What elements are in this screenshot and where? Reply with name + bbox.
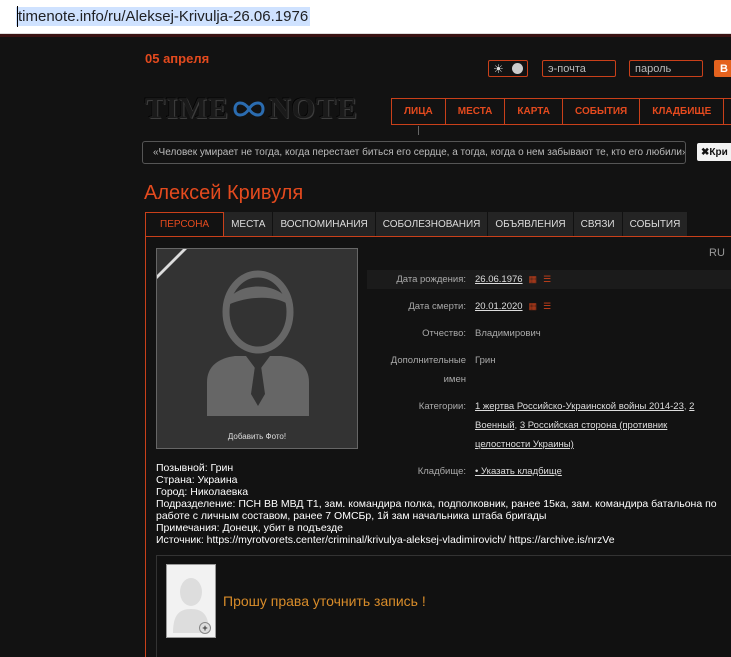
info-row-categories: Категории: 1 жертва Российско-Украинской… xyxy=(367,397,731,454)
bio-line: Подразделение: ПСН ВВ МВД Т1, зам. коман… xyxy=(156,498,717,522)
photo-corner-inner xyxy=(157,249,183,275)
logo-text-note: NOTE xyxy=(269,92,359,125)
close-button[interactable]: ✖Кри xyxy=(697,143,731,161)
bio-line: Примечания: Донецк, убит в подъезде xyxy=(156,522,343,534)
calendar-icon[interactable]: ▦ xyxy=(529,301,538,311)
tab-person[interactable]: ПЕРСОНА xyxy=(145,212,225,236)
calendar-icon[interactable]: ▦ xyxy=(529,274,538,284)
tab-places[interactable]: МЕСТА xyxy=(224,212,274,236)
birth-date-link[interactable]: 26.06.1976 xyxy=(475,274,523,285)
edit-request-link[interactable]: Прошу права уточнить запись ! xyxy=(223,593,426,609)
text-cursor xyxy=(17,6,18,27)
profile-tabs: ПЕРСОНА МЕСТА ВОСПОМИНАНИЯ СОБОЛЕЗНОВАНИ… xyxy=(145,212,689,236)
info-row-patronymic: Отчество: Владимирович xyxy=(367,324,731,343)
biography: Позывной: Грин Страна: Украина Город: Ни… xyxy=(156,462,731,546)
info-row-death: Дата смерти: 20.01.2020 ▦ ☰ xyxy=(367,297,731,316)
main-nav: ЛИЦА МЕСТА КАРТА СОБЫТИЯ КЛАДБИЩЕ xyxy=(391,98,731,125)
patronymic-label: Отчество: xyxy=(422,328,466,339)
sun-icon: ☀ xyxy=(493,61,504,76)
login-button[interactable]: В xyxy=(714,60,731,77)
edit-request-box: + Прошу права уточнить запись ! xyxy=(156,555,731,657)
infinity-icon xyxy=(233,101,265,117)
nav-places[interactable]: МЕСТА xyxy=(446,99,506,124)
people-icon[interactable]: ☰ xyxy=(543,274,551,284)
password-field[interactable] xyxy=(629,60,703,77)
category-link-1[interactable]: 1 жертва Российско-Украинской войны 2014… xyxy=(475,401,684,412)
death-date-link[interactable]: 20.01.2020 xyxy=(475,301,523,312)
patronymic-value: Владимирович xyxy=(475,328,541,339)
nav-map[interactable]: КАРТА xyxy=(505,99,563,124)
bio-line: Город: Николаевка xyxy=(156,486,249,498)
birth-label: Дата рождения: xyxy=(396,274,466,285)
nav-events[interactable]: СОБЫТИЯ xyxy=(563,99,641,124)
bio-line: Позывной: Грин xyxy=(156,462,234,474)
bio-line: Источник: https://myrotvorets.center/cri… xyxy=(156,534,615,546)
extra-names-value: Грин xyxy=(475,355,496,366)
categories-label: Категории: xyxy=(418,401,466,412)
theme-toggle[interactable]: ☀ xyxy=(488,60,528,77)
person-silhouette-icon xyxy=(207,270,309,416)
tab-events[interactable]: СОБЫТИЯ xyxy=(622,212,689,236)
top-divider xyxy=(0,34,731,37)
info-row-extra-names: Дополнительные имен Грин xyxy=(367,351,731,389)
language-badge[interactable]: RU xyxy=(709,247,725,259)
add-photo-label[interactable]: Добавить Фото! xyxy=(157,432,357,441)
death-label: Дата смерти: xyxy=(408,301,466,312)
nav-cemetery[interactable]: КЛАДБИЩЕ xyxy=(640,99,725,124)
page-title: Алексей Кривуля xyxy=(144,182,304,204)
tab-condolences[interactable]: СОБОЛЕЗНОВАНИЯ xyxy=(375,212,489,236)
current-date: 05 апреля xyxy=(145,51,210,66)
nav-divider xyxy=(418,126,419,135)
site-logo[interactable]: TIME NOTE xyxy=(145,92,375,126)
extra-names-label: Дополнительные имен xyxy=(390,355,466,385)
avatar: + xyxy=(166,564,216,638)
bio-line: Страна: Украина xyxy=(156,474,238,486)
quote-banner: «Человек умирает не тогда, когда переста… xyxy=(142,141,686,164)
url-text[interactable]: timenote.info/ru/Aleksej-Krivulja-26.06.… xyxy=(16,7,311,26)
nav-people[interactable]: ЛИЦА xyxy=(392,99,446,124)
nav-more[interactable] xyxy=(724,99,731,124)
photo-placeholder[interactable]: Добавить Фото! xyxy=(156,248,358,449)
logo-text-time: TIME xyxy=(145,92,230,125)
moon-icon xyxy=(511,63,523,74)
tab-relations[interactable]: СВЯЗИ xyxy=(573,212,623,236)
info-row-birth: Дата рождения: 26.06.1976 ▦ ☰ xyxy=(367,270,731,289)
email-field[interactable] xyxy=(542,60,616,77)
tab-announcements[interactable]: ОБЪЯВЛЕНИЯ xyxy=(488,212,574,236)
people-icon[interactable]: ☰ xyxy=(543,301,551,311)
info-table: Дата рождения: 26.06.1976 ▦ ☰ Дата смерти:… xyxy=(367,270,731,489)
browser-address-bar[interactable]: timenote.info/ru/Aleksej-Krivulja-26.06.… xyxy=(0,0,731,34)
add-icon[interactable]: + xyxy=(199,622,211,634)
tab-memories[interactable]: ВОСПОМИНАНИЯ xyxy=(273,212,376,236)
